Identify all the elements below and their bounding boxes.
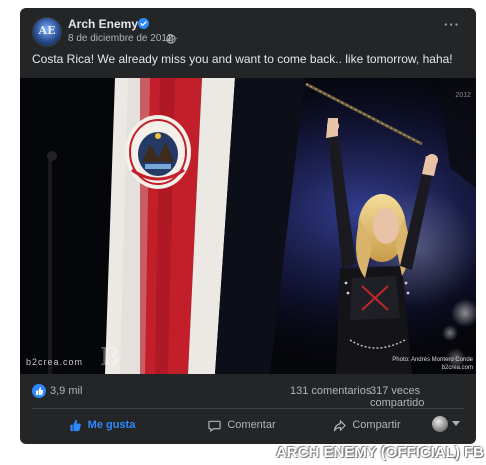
shares-count-link[interactable]: 317 veces compartido bbox=[370, 385, 476, 409]
photo-year-tag: 2012 bbox=[455, 92, 471, 99]
reaction-audience-selector[interactable] bbox=[432, 416, 464, 434]
reactions-bar: 3,9 mil 131 comentarios 317 veces compar… bbox=[20, 376, 476, 409]
comment-button-label: Comentar bbox=[227, 419, 276, 431]
actions-divider bbox=[32, 408, 464, 409]
thumbs-up-icon bbox=[70, 419, 81, 431]
like-button[interactable]: Me gusta bbox=[32, 410, 172, 440]
comments-count-link[interactable]: 131 comentarios bbox=[290, 385, 371, 397]
facebook-post-card: AE Arch Enemy 8 de diciembre de 2012 · ·… bbox=[20, 8, 476, 444]
like-count[interactable]: 3,9 mil bbox=[50, 385, 82, 397]
footer-caption: ARCH ENEMY (OFFICIAL) FB bbox=[275, 444, 484, 461]
share-arrow-icon bbox=[334, 419, 347, 431]
more-options-button[interactable]: ··· bbox=[440, 18, 464, 35]
comment-bubble-icon bbox=[208, 420, 222, 432]
like-reaction-icon[interactable] bbox=[32, 384, 46, 398]
avatar-letters: AE bbox=[38, 24, 56, 37]
concert-photo-illustration bbox=[20, 78, 476, 374]
globe-icon bbox=[166, 34, 176, 44]
page-name-link[interactable]: Arch Enemy bbox=[68, 17, 138, 31]
photo-site: b2crea.com bbox=[441, 365, 473, 371]
verified-badge-icon bbox=[138, 18, 149, 29]
share-button-label: Compartir bbox=[352, 419, 401, 431]
page-avatar[interactable]: AE bbox=[32, 17, 62, 47]
post-timestamp-link[interactable]: 8 de diciembre de 2012 · bbox=[68, 33, 179, 44]
post-date: 8 de diciembre de 2012 bbox=[68, 33, 173, 44]
photo-watermark-left: b2crea.com bbox=[26, 357, 84, 367]
post-actions: Me gusta Comentar Compartir bbox=[20, 410, 476, 440]
post-header: AE Arch Enemy 8 de diciembre de 2012 · ·… bbox=[20, 8, 476, 56]
share-button[interactable]: Compartir bbox=[312, 410, 422, 440]
photo-credit: Photo: Andrés Montero Conde bbox=[392, 357, 473, 363]
photo-watermark-logo: B bbox=[100, 342, 121, 371]
caret-down-icon bbox=[452, 421, 460, 426]
like-button-label: Me gusta bbox=[87, 419, 136, 431]
post-photo[interactable]: 2012 b2crea.com B Photo: Andrés Montero … bbox=[20, 78, 476, 374]
comment-button[interactable]: Comentar bbox=[172, 410, 312, 440]
profile-avatar-small bbox=[432, 416, 448, 432]
post-text: Costa Rica! We already miss you and want… bbox=[32, 52, 453, 66]
